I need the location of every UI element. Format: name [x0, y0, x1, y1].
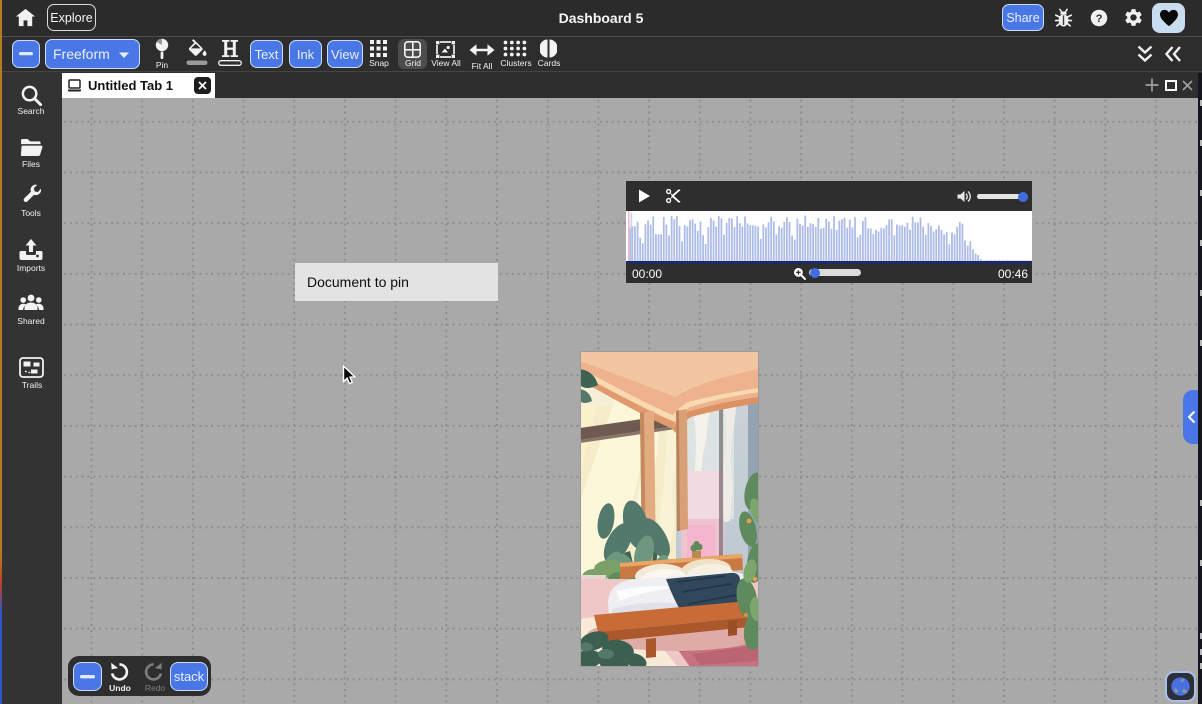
- svg-text:?: ?: [1096, 13, 1103, 25]
